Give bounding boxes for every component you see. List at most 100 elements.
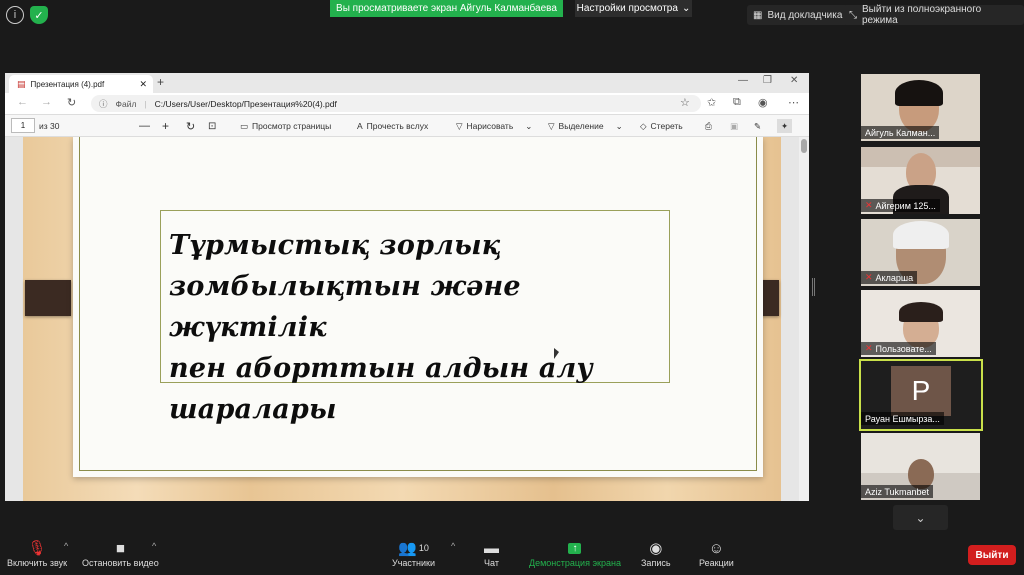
chevron-down-icon: ⌄ — [915, 510, 926, 525]
read-aloud-icon: A — [357, 121, 363, 131]
meeting-top-bar: i ✓ Вы просматриваете экран Айгуль Калма… — [0, 0, 1024, 30]
scrollbar-thumb[interactable] — [801, 139, 807, 153]
chat-button[interactable]: ▬ Чат — [484, 538, 499, 569]
participant-tile[interactable]: Aziz Tukmanbet — [861, 433, 980, 500]
browser-tab[interactable]: ▤ Презентация (4).pdf ✕ — [9, 75, 153, 93]
save-as-icon[interactable]: ✎ — [754, 119, 761, 133]
participant-name-label: ✕ Пользовате... — [861, 342, 936, 355]
profile-icon[interactable]: ◉ — [758, 96, 768, 109]
audio-options-caret[interactable]: ^ — [64, 541, 68, 551]
participant-name-label: Aziz Tukmanbet — [861, 485, 934, 498]
exit-fullscreen-button[interactable]: ⤡ Выйти из полноэкранного режима — [843, 4, 1024, 26]
pin-icon[interactable]: ✦ — [777, 119, 793, 133]
url-input[interactable]: ⓘ Файл | C:/Users/User/Desktop/Презентац… — [91, 95, 701, 112]
highlight-button[interactable]: ▽ Выделение ⌄ — [548, 119, 623, 133]
participant-tile-active-speaker[interactable]: P Рауан Ешмырза... — [859, 359, 983, 431]
close-tab-icon[interactable]: ✕ — [139, 79, 147, 90]
refresh-icon[interactable]: ↻ — [67, 96, 76, 109]
view-settings-button[interactable]: Настройки просмотра ⌄ — [575, 0, 692, 17]
print-icon[interactable]: ⎙ — [705, 119, 712, 133]
participant-tile[interactable]: ✕ Акларша — [861, 219, 980, 286]
video-options-caret[interactable]: ^ — [152, 541, 156, 551]
slide-left-tab — [25, 280, 71, 316]
mouse-cursor-icon — [554, 348, 559, 359]
forward-icon[interactable]: → — [41, 96, 52, 108]
save-icon[interactable]: ▣ — [730, 119, 738, 133]
unmute-button[interactable]: 🎙 Включить звук — [7, 538, 67, 568]
eraser-icon: ◇ — [640, 120, 647, 131]
chat-label: Чат — [484, 558, 499, 568]
zoom-out-icon[interactable]: — — [139, 119, 150, 133]
stop-video-button[interactable]: ■ Остановить видео — [82, 538, 159, 569]
fit-page-icon[interactable]: ⊡ — [208, 119, 216, 133]
info-icon: ⓘ — [99, 98, 108, 109]
tab-title: Презентация (4).pdf — [30, 79, 105, 89]
zoom-in-icon[interactable]: + — [162, 119, 169, 133]
participant-hair — [899, 302, 943, 322]
erase-button[interactable]: ◇ Стереть — [640, 119, 683, 133]
participants-icon: 👥 10 — [398, 540, 429, 557]
collections-icon[interactable]: ⧉ — [733, 96, 741, 109]
participants-label: Участники — [392, 558, 435, 568]
exit-fullscreen-icon: ⤡ — [849, 9, 857, 21]
chevron-down-icon: ⌄ — [681, 3, 691, 14]
speaker-view-button[interactable]: ▦ Вид докладчика — [747, 5, 849, 25]
view-settings-label: Настройки просмотра — [576, 3, 678, 14]
page-number-input[interactable]: 1 — [11, 118, 35, 133]
share-screen-label: Демонстрация экрана — [529, 558, 621, 568]
participant-name-label: ✕ Айгерим 125... — [861, 199, 940, 212]
more-participants-button[interactable]: ⌄ — [893, 505, 948, 530]
participant-name: Айгерим 125... — [875, 200, 936, 211]
reactions-label: Реакции — [699, 558, 734, 568]
share-screen-button[interactable]: ↑ Демонстрация экрана — [529, 538, 621, 568]
new-tab-icon[interactable]: + — [157, 75, 164, 89]
page-view-button[interactable]: ▭ Просмотр страницы — [240, 119, 331, 133]
favorite-icon[interactable]: ☆ — [680, 96, 690, 109]
smiley-icon: ☺ — [708, 539, 725, 557]
participant-tile[interactable]: Айгуль Калман... — [861, 74, 980, 141]
address-bar: ← → ↻ ⓘ Файл | C:/Users/User/Desktop/Пре… — [5, 93, 809, 115]
stop-video-label: Остановить видео — [82, 558, 159, 568]
url-scheme-label: Файл — [115, 98, 137, 109]
muted-mic-icon: ✕ — [865, 343, 873, 353]
minimize-icon[interactable]: — — [738, 75, 748, 86]
leave-meeting-button[interactable]: Выйти — [968, 545, 1016, 565]
more-menu-icon[interactable]: ⋯ — [788, 96, 799, 109]
participants-options-caret[interactable]: ^ — [451, 541, 455, 551]
read-aloud-label: Прочесть вслух — [366, 121, 429, 131]
participant-name: Aziz Tukmanbet — [865, 486, 930, 497]
draw-label: Нарисовать — [466, 121, 514, 131]
favorites-bar-icon[interactable]: ✩ — [707, 96, 716, 109]
page-view-label: Просмотр страницы — [252, 121, 332, 131]
erase-label: Стереть — [650, 121, 683, 131]
maximize-icon[interactable]: ❐ — [763, 75, 772, 86]
highlighter-icon: ▽ — [548, 120, 555, 131]
slide-title-line: Тұрмыстық зорлық — [169, 230, 501, 261]
record-label: Запись — [641, 558, 671, 568]
slide-title-line: шаралары — [169, 394, 337, 425]
browser-window: ▤ Презентация (4).pdf ✕ + — ❐ ✕ ← → ↻ ⓘ … — [5, 73, 809, 501]
rotate-icon[interactable]: ↻ — [186, 119, 195, 133]
back-icon[interactable]: ← — [17, 96, 28, 108]
participants-count: 10 — [418, 543, 429, 553]
info-icon[interactable]: i — [6, 6, 24, 24]
record-button[interactable]: ◉ Запись — [641, 538, 671, 568]
participant-name-label: Айгуль Калман... — [861, 126, 940, 139]
participants-button[interactable]: 👥 10 Участники — [392, 538, 435, 568]
pdf-viewport[interactable]: Тұрмыстық зорлық зомбылықтын және жүктіл… — [5, 137, 809, 501]
muted-mic-icon: ✕ — [865, 200, 873, 210]
shield-icon[interactable]: ✓ — [30, 6, 48, 24]
chevron-down-icon[interactable]: ⌄ — [616, 121, 623, 132]
close-window-icon[interactable]: ✕ — [790, 75, 798, 86]
share-banner: Вы просматриваете экран Айгуль Калманбае… — [330, 0, 563, 17]
reactions-button[interactable]: ☺ Реакции — [699, 538, 734, 569]
resize-handle[interactable] — [812, 278, 815, 296]
scrollbar[interactable] — [799, 137, 809, 501]
read-aloud-button[interactable]: A Прочесть вслух — [357, 119, 428, 133]
chevron-down-icon[interactable]: ⌄ — [525, 121, 532, 132]
draw-button[interactable]: ▽ Нарисовать ⌄ — [456, 119, 532, 133]
participant-tile[interactable]: ✕ Пользовате... — [861, 290, 980, 357]
participant-tile[interactable]: ✕ Айгерим 125... — [861, 147, 980, 214]
muted-mic-icon: 🎙 — [27, 540, 47, 557]
participant-hair — [895, 80, 943, 106]
